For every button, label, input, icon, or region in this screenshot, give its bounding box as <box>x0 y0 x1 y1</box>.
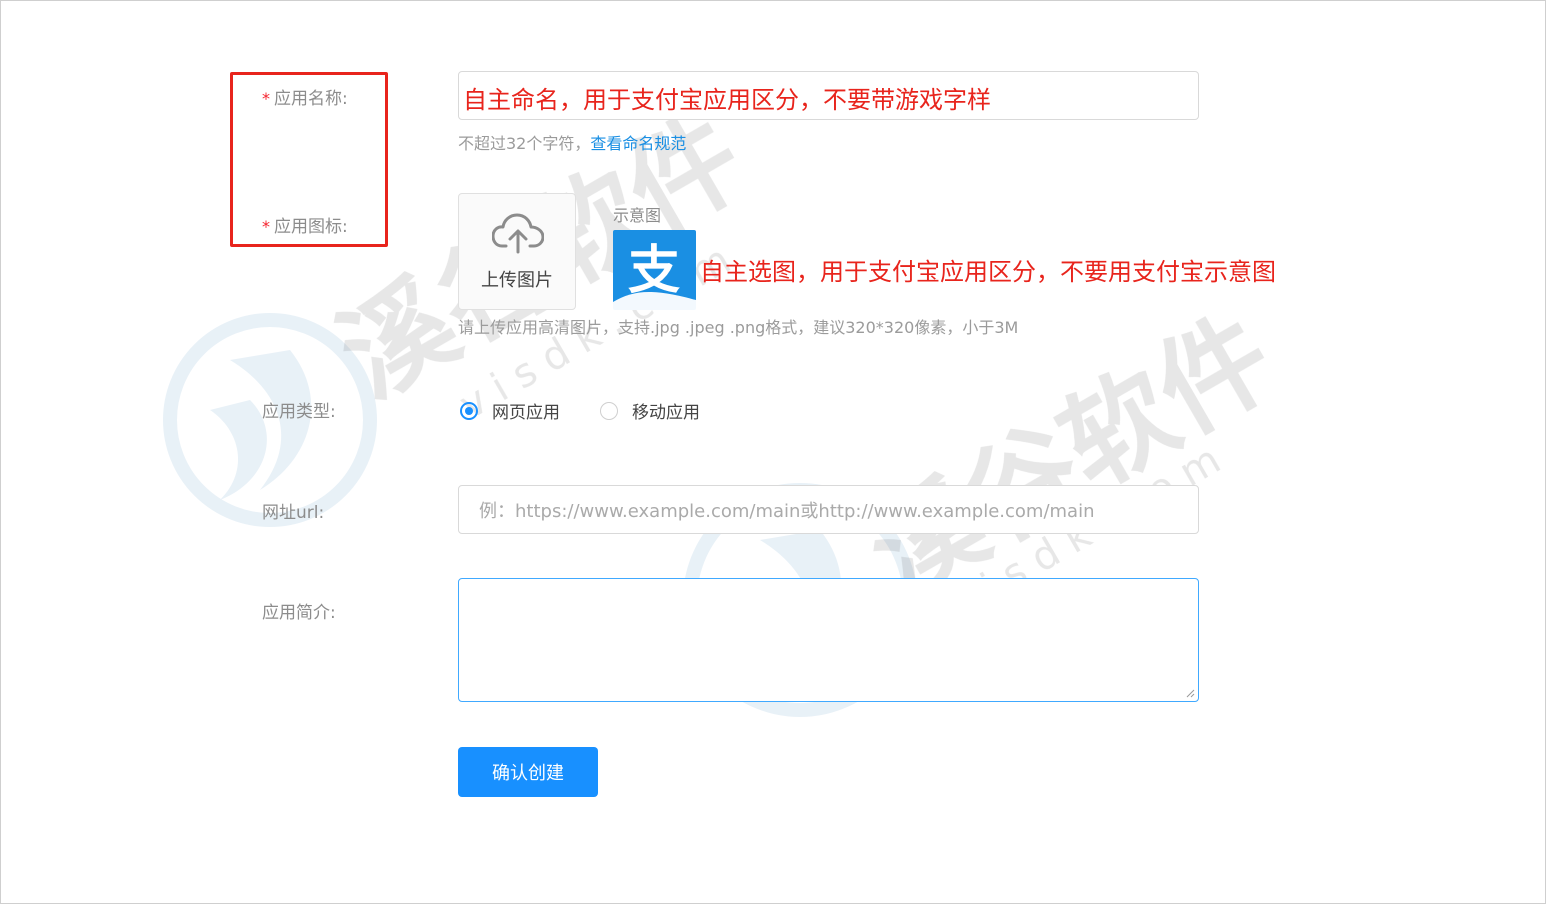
radio-checked-icon[interactable] <box>460 401 478 420</box>
radio-mobile-app[interactable]: 移动应用 <box>600 398 700 423</box>
url-placeholder: 例：https://www.example.com/main或http://ww… <box>479 500 1095 522</box>
description-textarea[interactable] <box>458 578 1199 702</box>
naming-rules-link[interactable]: 查看命名规范 <box>590 134 686 153</box>
upload-image-button[interactable]: 上传图片 <box>458 193 576 310</box>
radio-unchecked-icon[interactable] <box>600 401 618 420</box>
app-name-annotation: 自主命名，用于支付宝应用区分，不要带游戏字样 <box>463 86 991 114</box>
app-icon-hint: 请上传应用高清图片，支持.jpg .jpeg .png格式，建议320*320像… <box>458 318 1019 337</box>
alipay-icon: 支 <box>613 241 696 310</box>
sample-label: 示意图 <box>613 206 662 225</box>
radio-web-app[interactable]: 网页应用 <box>460 398 560 423</box>
radio-mobile-app-label: 移动应用 <box>632 403 700 423</box>
radio-web-app-label: 网页应用 <box>492 403 560 423</box>
app-name-label: * 应用名称: <box>262 89 348 109</box>
alipay-logo: 支 <box>613 230 696 310</box>
app-icon-label: * 应用图标: <box>262 217 348 237</box>
url-label: 网址url: <box>262 503 325 523</box>
description-label: 应用简介: <box>262 603 336 623</box>
app-name-input[interactable]: 自主命名，用于支付宝应用区分，不要带游戏字样 <box>458 71 1199 120</box>
required-star: * <box>262 89 270 108</box>
app-name-hint: 不超过32个字符，查看命名规范 <box>458 134 687 153</box>
alipay-glyph: 支 <box>628 241 680 301</box>
upload-image-label: 上传图片 <box>481 270 553 291</box>
app-type-label: 应用类型: <box>262 402 336 422</box>
app-icon-annotation: 自主选图，用于支付宝应用区分，不要用支付宝示意图 <box>700 258 1276 286</box>
confirm-create-button[interactable]: 确认创建 <box>458 747 598 797</box>
url-input[interactable]: 例：https://www.example.com/main或http://ww… <box>458 485 1199 534</box>
cloud-upload-icon <box>492 213 544 254</box>
required-star: * <box>262 217 270 236</box>
resize-handle-icon[interactable] <box>1185 688 1195 698</box>
